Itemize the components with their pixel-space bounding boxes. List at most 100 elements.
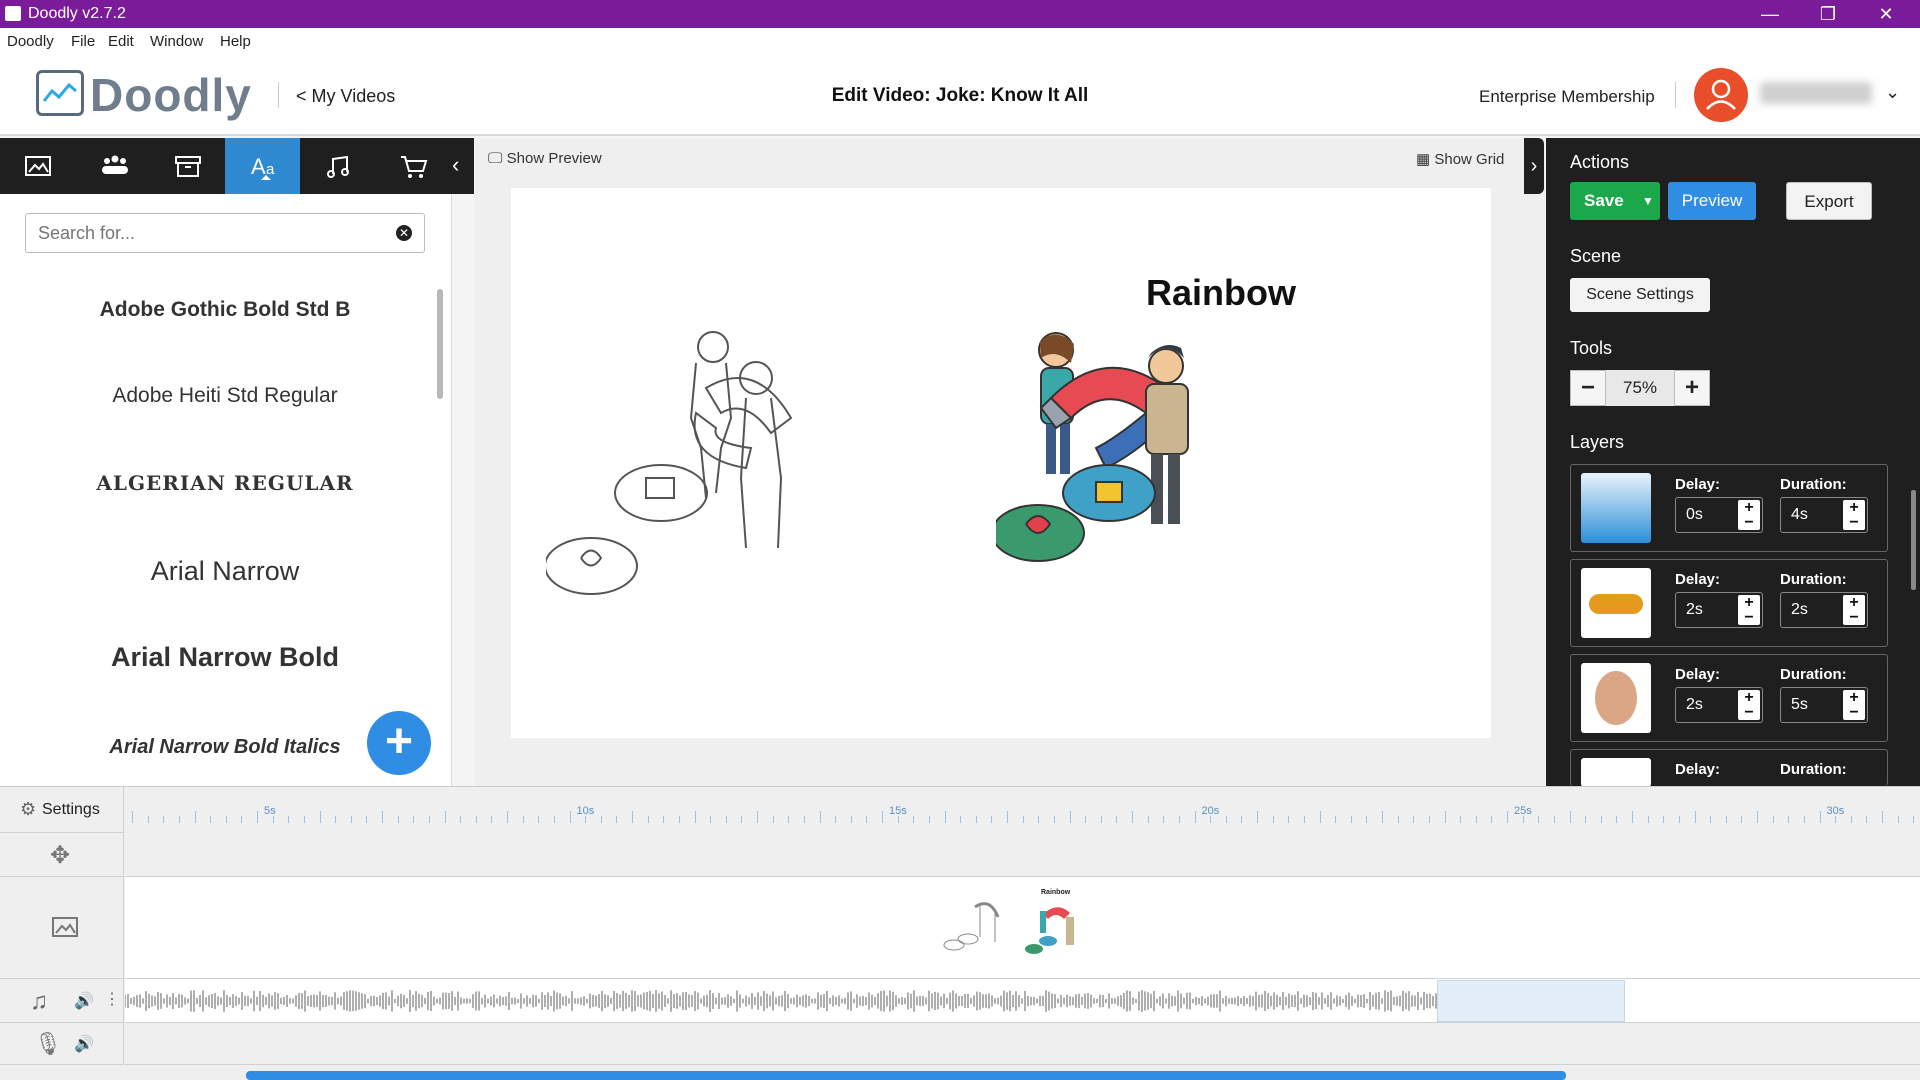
audio-track[interactable] bbox=[124, 979, 1920, 1023]
tab-images[interactable] bbox=[0, 138, 75, 194]
ruler-tick bbox=[694, 811, 696, 823]
menu-window[interactable]: Window bbox=[150, 33, 203, 50]
characters-icon bbox=[102, 155, 128, 174]
zoom-in-button[interactable]: + bbox=[1674, 370, 1710, 406]
ruler-tick bbox=[1428, 816, 1430, 823]
font-list-scrollbar[interactable] bbox=[437, 289, 443, 399]
voice-track[interactable] bbox=[125, 1023, 1920, 1065]
grid-icon: ▦ bbox=[1416, 151, 1431, 168]
ruler-tick bbox=[600, 816, 602, 823]
menu-help[interactable]: Help bbox=[220, 33, 251, 50]
duration-stepper[interactable]: + − bbox=[1843, 500, 1865, 531]
color-illustration[interactable] bbox=[996, 328, 1336, 618]
duration-value: 5s bbox=[1791, 696, 1808, 713]
scene-settings-button[interactable]: Scene Settings bbox=[1570, 278, 1710, 312]
audio-fade-region[interactable] bbox=[1437, 980, 1625, 1022]
layer-item[interactable]: Delay: Duration: 0s + − 4s + − bbox=[1570, 464, 1888, 552]
duration-stepper[interactable]: + − bbox=[1843, 595, 1865, 626]
font-list-panel: ✕ Adobe Gothic Bold Std B Adobe Heiti St… bbox=[0, 194, 452, 786]
user-avatar[interactable] bbox=[1694, 68, 1748, 122]
delay-stepper[interactable]: + − bbox=[1738, 690, 1760, 721]
preview-button[interactable]: Preview bbox=[1668, 182, 1756, 220]
ruler-label: 5s bbox=[264, 805, 276, 817]
sketch-illustration[interactable] bbox=[546, 318, 806, 608]
export-button[interactable]: Export bbox=[1786, 182, 1872, 220]
ruler-tick bbox=[163, 816, 165, 823]
layers-scrollbar[interactable] bbox=[1911, 490, 1916, 590]
move-icon[interactable]: ✥ bbox=[50, 841, 70, 870]
ruler-tick bbox=[538, 816, 540, 823]
timeline-horizontal-scrollbar[interactable] bbox=[246, 1071, 1566, 1080]
delay-stepper[interactable]: + − bbox=[1738, 595, 1760, 626]
layer-item[interactable]: Delay: Duration: 2s + − 5s + − bbox=[1570, 654, 1888, 742]
delay-field[interactable]: 2s + − bbox=[1675, 592, 1763, 628]
font-item[interactable]: Adobe Heiti Std Regular bbox=[0, 384, 450, 408]
timeline-settings[interactable]: ⚙ Settings bbox=[0, 787, 124, 833]
ruler-tick bbox=[725, 816, 727, 823]
ruler-tick bbox=[1788, 816, 1790, 823]
caret-down-icon[interactable]: ▼ bbox=[1642, 182, 1654, 220]
duration-stepper[interactable]: + − bbox=[1843, 690, 1865, 721]
menu-file[interactable]: File bbox=[71, 33, 95, 50]
chevron-right-icon[interactable]: › bbox=[1524, 138, 1544, 194]
ruler-tick bbox=[475, 816, 477, 823]
scene-text-layer[interactable]: Rainbow bbox=[1146, 272, 1296, 314]
ruler-label: 20s bbox=[1201, 805, 1220, 817]
volume-icon[interactable]: 🔊 bbox=[74, 991, 94, 1011]
layer-item[interactable]: Delay: Duration: bbox=[1570, 749, 1888, 787]
microphone-icon[interactable]: 🎙 bbox=[34, 1031, 62, 1057]
tab-store[interactable] bbox=[375, 138, 450, 194]
font-item[interactable]: Arial Narrow bbox=[0, 556, 450, 587]
image-track[interactable]: Rainbow bbox=[125, 877, 1920, 979]
ruler-tick bbox=[1132, 811, 1133, 823]
ruler-tick bbox=[1147, 816, 1149, 823]
font-item[interactable]: ALGERIAN REGULAR bbox=[0, 471, 450, 495]
collapse-panel-chevron-left-icon[interactable]: ‹ bbox=[452, 152, 459, 178]
timeline-ruler[interactable]: 5s 10s 15s 20s 25s 30s bbox=[125, 787, 1920, 833]
timeline-thumbnail-color[interactable]: Rainbow bbox=[1018, 889, 1088, 959]
menu-doodly[interactable]: Doodly bbox=[7, 33, 54, 50]
tab-characters[interactable] bbox=[75, 138, 150, 194]
ruler-tick bbox=[772, 816, 774, 823]
search-input[interactable] bbox=[38, 222, 378, 244]
scene-canvas[interactable] bbox=[511, 188, 1491, 738]
ruler-tick bbox=[1397, 816, 1399, 823]
ruler-label: 10s bbox=[576, 805, 595, 817]
search-field[interactable]: ✕ bbox=[25, 213, 425, 253]
delay-field[interactable]: 0s + − bbox=[1675, 497, 1763, 533]
ruler-tick bbox=[1522, 816, 1524, 823]
minimize-button[interactable]: — bbox=[1750, 2, 1790, 26]
timeline-track-empty[interactable] bbox=[125, 833, 1920, 877]
more-options-icon[interactable]: ⋮ bbox=[104, 989, 120, 1009]
tab-music[interactable] bbox=[300, 138, 375, 194]
maximize-button[interactable]: ❐ bbox=[1808, 2, 1848, 26]
font-item[interactable]: Adobe Gothic Bold Std B bbox=[0, 298, 450, 322]
audio-waveform[interactable] bbox=[124, 979, 1625, 1023]
tab-text[interactable]: Aa bbox=[225, 138, 300, 194]
show-preview-toggle[interactable]: 🖵 Show Preview bbox=[488, 150, 602, 167]
font-item[interactable]: Arial Narrow Bold bbox=[0, 642, 450, 673]
chevron-down-icon[interactable]: ⌄ bbox=[1885, 82, 1900, 103]
zoom-out-button[interactable]: − bbox=[1570, 370, 1606, 406]
timeline-thumbnail-sketch[interactable] bbox=[940, 897, 1010, 952]
menu-edit[interactable]: Edit bbox=[108, 33, 134, 50]
delay-stepper[interactable]: + − bbox=[1738, 500, 1760, 531]
show-grid-toggle[interactable]: ▦ Show Grid bbox=[1416, 150, 1504, 168]
duration-value: 2s bbox=[1791, 601, 1808, 618]
user-name-blurred[interactable] bbox=[1760, 82, 1872, 104]
audio-track-header: ♫ 🔊 ⋮ bbox=[0, 979, 124, 1023]
delay-field[interactable]: 2s + − bbox=[1675, 687, 1763, 723]
ruler-tick bbox=[1835, 816, 1837, 823]
duration-field[interactable]: 2s + − bbox=[1780, 592, 1868, 628]
volume-icon[interactable]: 🔊 bbox=[74, 1034, 94, 1054]
duration-field[interactable]: 5s + − bbox=[1780, 687, 1868, 723]
duration-field[interactable]: 4s + − bbox=[1780, 497, 1868, 533]
layer-item[interactable]: Delay: Duration: 2s + − 2s + − bbox=[1570, 559, 1888, 647]
close-button[interactable]: ✕ bbox=[1866, 2, 1906, 26]
ruler-tick bbox=[1210, 816, 1212, 823]
save-button[interactable]: Save ▼ bbox=[1570, 182, 1660, 220]
add-font-button[interactable]: + bbox=[367, 711, 431, 775]
ruler-tick bbox=[1913, 816, 1915, 823]
clear-search-icon[interactable]: ✕ bbox=[396, 225, 412, 241]
tab-props[interactable] bbox=[150, 138, 225, 194]
